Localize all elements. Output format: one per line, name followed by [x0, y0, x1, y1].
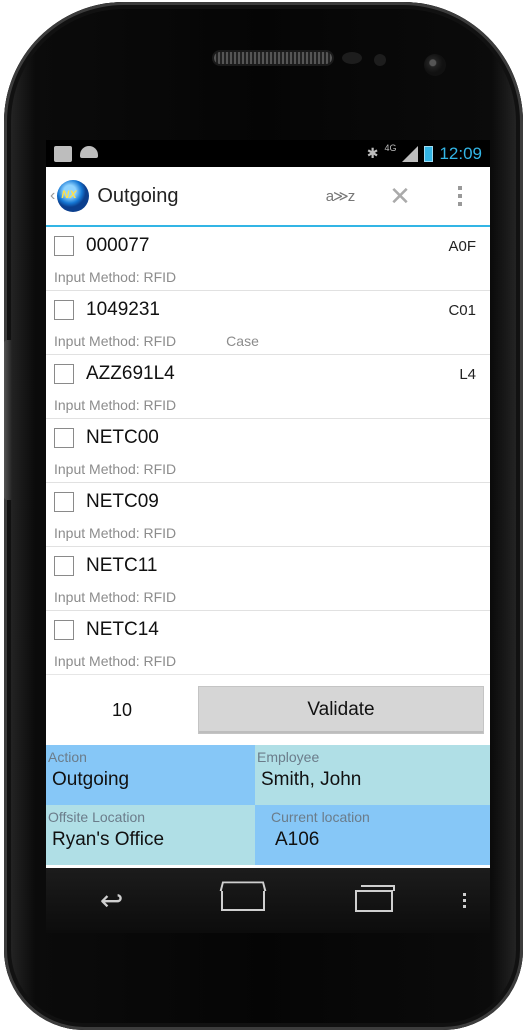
- bag-icon: [54, 145, 72, 162]
- item-checkbox[interactable]: [54, 556, 74, 576]
- item-input-method: Input Method: RFID: [54, 333, 177, 349]
- item-input-method: Input Method: RFID: [54, 653, 177, 669]
- status-bar: ✱ 4G 12:09: [46, 140, 490, 167]
- signal-icon: [402, 145, 419, 162]
- list-item[interactable]: NETC11 Input Method: RFID: [46, 547, 490, 611]
- item-code: 1049231: [86, 299, 160, 320]
- item-code: NETC09: [86, 491, 159, 512]
- clear-button[interactable]: ✕: [370, 167, 430, 225]
- clock: 12:09: [439, 143, 482, 163]
- item-input-method: Input Method: RFID: [54, 397, 177, 413]
- item-code: AZZ691L4: [86, 363, 175, 384]
- navigation-bar: ↩: [46, 868, 490, 933]
- recent-apps-icon: [355, 884, 396, 912]
- item-kind: Case: [226, 333, 259, 349]
- list-item[interactable]: 1049231 C01 Input Method: RFID Case: [46, 291, 490, 355]
- item-checkbox[interactable]: [54, 364, 74, 384]
- item-location: C01: [448, 302, 476, 319]
- item-checkbox[interactable]: [54, 300, 74, 320]
- current-location-value: A106: [275, 829, 320, 850]
- close-icon: ✕: [389, 180, 411, 211]
- item-checkbox[interactable]: [54, 620, 74, 640]
- footer-row: 10 Validate: [46, 675, 490, 745]
- info-panel: Action Outgoing Employee Smith, John Off…: [46, 745, 490, 865]
- current-location-label: Current location: [271, 809, 370, 825]
- front-camera: [424, 54, 446, 76]
- item-code: NETC14: [86, 619, 159, 640]
- list-item[interactable]: NETC14 Input Method: RFID: [46, 611, 490, 674]
- home-button[interactable]: [177, 890, 308, 911]
- battery-icon: [424, 145, 434, 162]
- item-location: A0F: [448, 238, 476, 255]
- proximity-sensor: [342, 52, 362, 64]
- offsite-location-label: Offsite Location: [48, 809, 146, 825]
- overflow-menu-icon: [463, 893, 467, 908]
- sort-az-icon: a≫z: [325, 188, 356, 205]
- employee-cell: Employee Smith, John: [255, 745, 490, 805]
- item-code: 000077: [86, 235, 150, 256]
- action-cell: Action Outgoing: [46, 745, 255, 805]
- current-location-cell: Current location A106: [255, 805, 490, 865]
- overflow-menu-icon: [458, 186, 462, 206]
- list-item[interactable]: 000077 A0F Input Method: RFID: [46, 227, 490, 291]
- android-icon: [80, 145, 98, 158]
- list-item[interactable]: AZZ691L4 L4 Input Method: RFID: [46, 355, 490, 419]
- item-code: NETC11: [86, 555, 158, 576]
- network-type: 4G: [384, 142, 397, 153]
- item-input-method: Input Method: RFID: [54, 525, 177, 541]
- item-checkbox[interactable]: [54, 428, 74, 448]
- offsite-location-cell: Offsite Location Ryan's Office: [46, 805, 255, 865]
- item-input-method: Input Method: RFID: [54, 461, 177, 477]
- list-item[interactable]: NETC09 Input Method: RFID: [46, 483, 490, 547]
- item-checkbox[interactable]: [54, 236, 74, 256]
- menu-button[interactable]: [440, 893, 490, 908]
- app-logo-icon[interactable]: [57, 180, 90, 212]
- home-icon: [220, 890, 265, 911]
- item-list[interactable]: 000077 A0F Input Method: RFID 1049231 C0…: [46, 227, 490, 675]
- action-bar: ‹ Outgoing a≫z ✕: [46, 167, 490, 227]
- light-sensor: [374, 54, 386, 66]
- sort-button[interactable]: a≫z: [310, 167, 370, 225]
- item-code: NETC00: [86, 427, 159, 448]
- page-title[interactable]: Outgoing: [97, 185, 178, 208]
- overflow-menu-button[interactable]: [430, 167, 490, 225]
- list-item[interactable]: NETC00 Input Method: RFID: [46, 419, 490, 483]
- offsite-location-value: Ryan's Office: [52, 829, 165, 850]
- earpiece-speaker: [214, 52, 332, 64]
- employee-value: Smith, John: [261, 769, 362, 790]
- recent-apps-button[interactable]: [309, 884, 440, 912]
- screen: ✱ 4G 12:09 ‹ Outgoing a≫z ✕ 000077: [46, 140, 490, 868]
- volume-button: [4, 340, 12, 500]
- item-checkbox[interactable]: [54, 492, 74, 512]
- up-caret-icon[interactable]: ‹: [50, 187, 55, 205]
- validate-button[interactable]: Validate: [198, 686, 484, 734]
- item-input-method: Input Method: RFID: [54, 269, 177, 285]
- item-input-method: Input Method: RFID: [54, 589, 177, 605]
- bluetooth-icon: ✱: [366, 145, 379, 161]
- employee-label: Employee: [257, 749, 320, 765]
- action-label: Action: [48, 749, 87, 765]
- item-count: 10: [111, 699, 133, 720]
- item-location: L4: [459, 366, 476, 383]
- back-button[interactable]: ↩: [46, 884, 177, 917]
- action-value: Outgoing: [52, 769, 130, 790]
- back-icon: ↩: [99, 885, 124, 916]
